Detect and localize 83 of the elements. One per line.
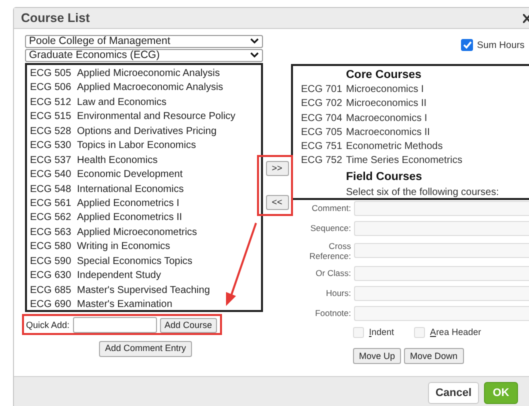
course-code: ECG 563 [29,226,72,240]
course-title: Health Economics [77,154,158,168]
text-field[interactable] [354,243,529,258]
course-title: Microeconomics II [346,97,427,112]
course-code: ECG 580 [29,240,72,254]
close-icon[interactable] [523,14,529,23]
course-code: ECG 515 [29,110,72,124]
program-dropdown[interactable]: Graduate Economics (ECG) [25,48,263,62]
course-code: ECG 702 [301,97,344,112]
add-comment-button[interactable]: Add Comment Entry [98,340,192,357]
add-to-list-button[interactable]: >> [266,160,288,176]
course-code: ECG 690 [29,298,72,312]
course-code: ECG 562 [29,211,72,226]
text-field[interactable] [354,266,529,281]
text-field[interactable] [354,220,529,236]
move-down-button[interactable]: Move Down [404,348,464,364]
remove-from-list-button[interactable]: << [266,194,288,210]
course-title: Law and Economics [77,96,166,110]
checkbox[interactable] [353,327,364,338]
course-title: Economic Development [77,168,183,182]
course-code: ECG 751 [301,140,344,154]
sum-hours-label: Sum Hours [477,38,525,53]
annotation-box [257,155,293,216]
checkbox[interactable] [414,327,426,338]
text-field[interactable] [354,286,529,301]
course-code: ECG 752 [301,154,344,168]
course-title: Environmental and Resource Policy [77,110,236,124]
course-title: Applied Macroeconomic Analysis [77,81,224,96]
course-code: ECG 537 [29,154,72,168]
course-code: ECG 630 [29,269,72,284]
field-label: Footnote: [314,308,351,318]
course-title: Econometric Methods [346,140,443,154]
cancel-button[interactable]: Cancel [428,382,479,404]
course-code: ECG 548 [29,182,72,197]
course-code: ECG 701 [301,82,344,97]
text-field[interactable] [354,200,529,216]
section-heading: Core Courses [346,68,422,81]
field-label: Comment: [310,203,351,214]
option-label: Indent [369,326,394,339]
instruction-text: Select six of the following courses: [346,186,499,198]
course-title: Macroeconomics II [346,126,430,140]
quick-add-label: Quick Add: [26,318,70,332]
course-title: Special Economics Topics [77,254,192,269]
window-title: Course List [21,10,90,27]
course-title: International Economics [77,182,184,197]
text-field[interactable] [354,306,529,321]
field-label: Or Class: [314,268,351,278]
section-heading: Field Courses [346,170,422,183]
course-code: ECG 704 [301,112,344,126]
field-label: Hours: [324,288,351,298]
add-course-button[interactable]: Add Course [160,318,218,333]
college-dropdown[interactable]: Poole College of Management [25,34,263,48]
course-code: ECG 590 [29,254,72,269]
course-title: Independent Study [77,269,161,284]
course-title: Master's Examination [77,298,172,312]
course-title: Topics in Labor Economics [77,139,196,154]
course-title: Applied Econometrics I [77,196,180,211]
course-code: ECG 561 [29,196,72,211]
course-code: ECG 505 [29,66,72,81]
course-code: ECG 506 [29,81,72,96]
course-code: ECG 685 [29,284,72,298]
course-title: Applied Microeconomic Analysis [77,66,220,81]
sum-hours-checkbox[interactable] [461,38,473,51]
course-code: ECG 705 [301,126,344,140]
course-code: ECG 540 [29,168,72,182]
field-label: Cross Reference: [308,240,351,261]
move-up-button[interactable]: Move Up [353,348,402,364]
course-title: Applied Microeconometrics [77,226,198,240]
quick-add-field[interactable] [72,317,157,334]
course-title: Microeconomics I [346,82,424,97]
course-code: ECG 528 [29,124,72,139]
option-label: Area Header [430,326,482,339]
course-title: Writing in Economics [77,240,170,254]
course-title: Applied Econometrics II [77,211,182,226]
course-title: Time Series Econometrics [346,154,462,168]
course-code: ECG 530 [29,139,72,154]
course-title: Master's Supervised Teaching [77,284,210,298]
field-label: Sequence: [309,223,351,234]
course-title: Macroeconomics I [346,112,428,126]
course-list[interactable] [25,62,263,312]
course-code: ECG 512 [29,96,72,110]
selected-course-list[interactable] [291,64,529,200]
course-title: Options and Derivatives Pricing [77,124,217,139]
